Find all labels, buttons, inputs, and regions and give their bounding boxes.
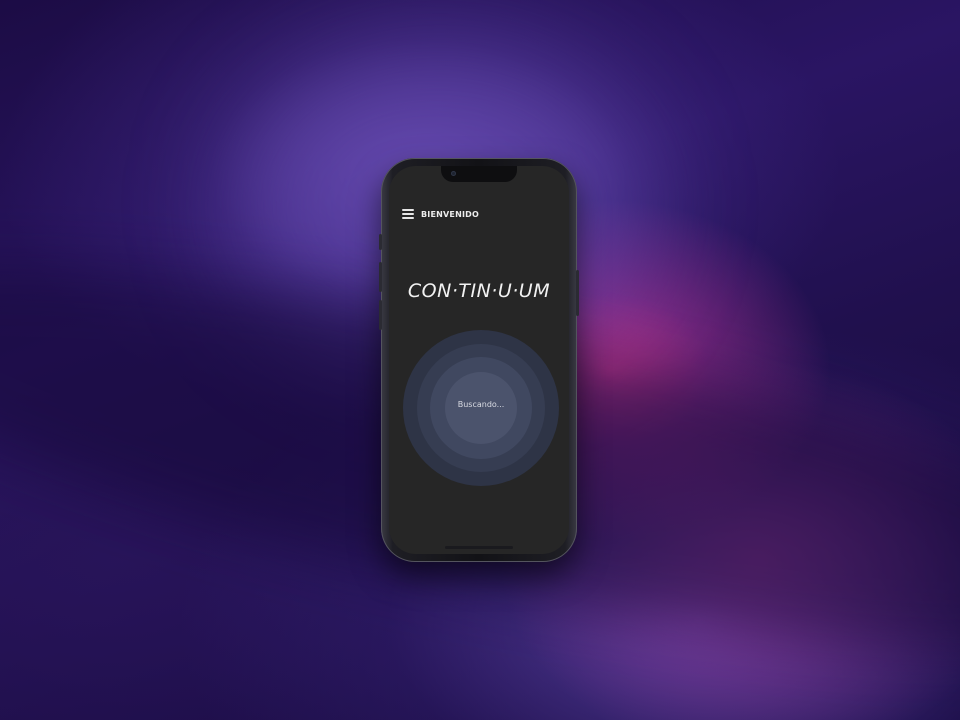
camera-icon (451, 171, 456, 176)
phone-screen: BIENVENIDO CON·TIN·U·UM Buscando... (389, 166, 569, 554)
phone-side-button-left-2 (379, 262, 382, 292)
search-status-text: Buscando... (457, 400, 505, 409)
phone-side-button-left-1 (379, 234, 382, 250)
app-bar-title: BIENVENIDO (421, 209, 480, 219)
search-radar: Buscando... (403, 330, 559, 486)
phone-notch (441, 166, 517, 182)
brand-logo-text: CON·TIN·U·UM (407, 280, 551, 302)
app-bar: BIENVENIDO (402, 207, 479, 221)
home-indicator[interactable] (445, 546, 513, 549)
phone-side-button-right (576, 270, 579, 316)
phone-mockup: BIENVENIDO CON·TIN·U·UM Buscando... (379, 158, 579, 562)
hamburger-menu-icon[interactable] (402, 209, 414, 219)
phone-side-button-left-3 (379, 300, 382, 330)
